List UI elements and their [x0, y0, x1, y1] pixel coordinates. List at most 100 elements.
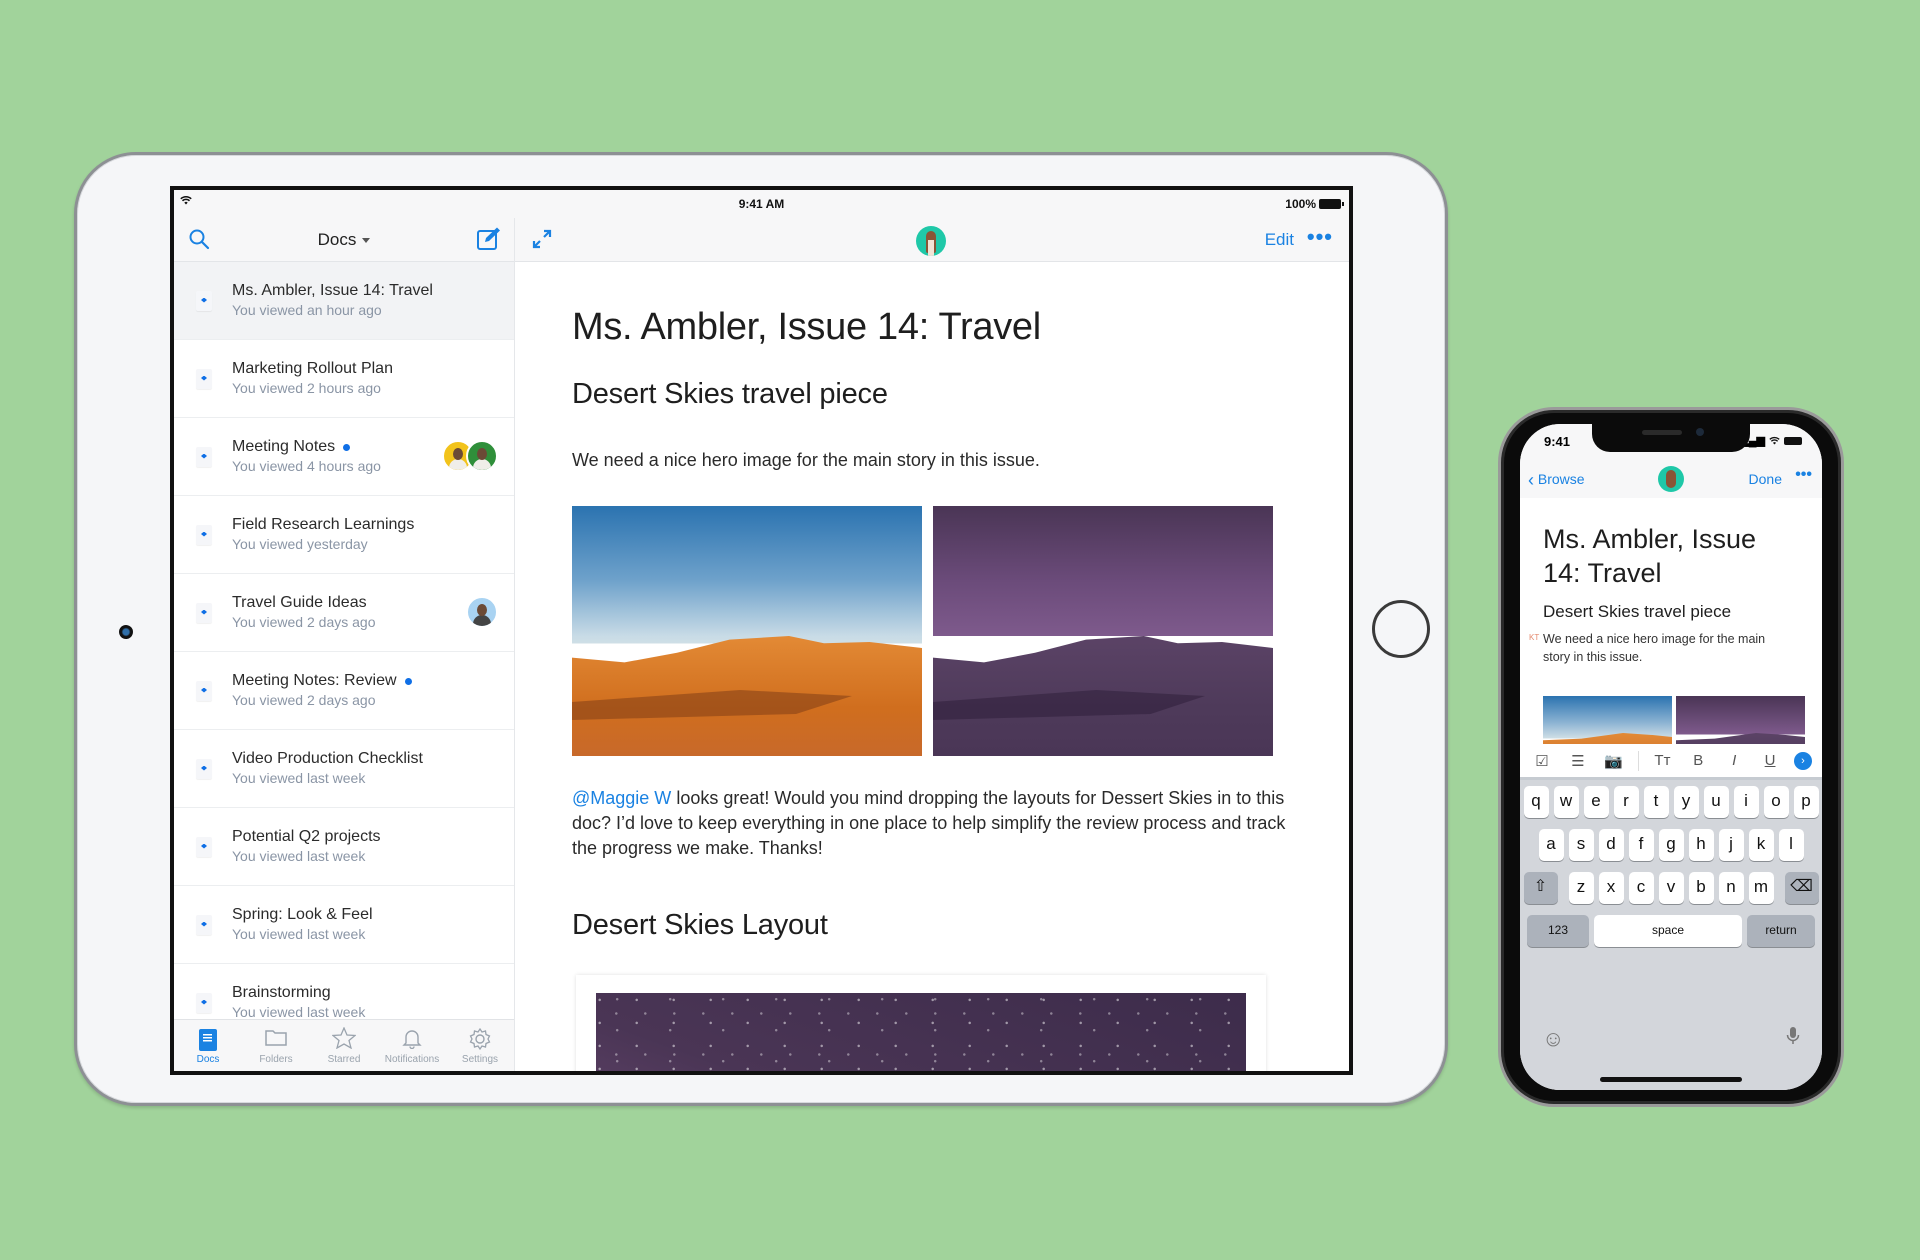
- tab-starred[interactable]: Starred: [310, 1020, 378, 1071]
- key-y[interactable]: y: [1673, 786, 1699, 818]
- docs-icon: [199, 1027, 217, 1053]
- collaborator-avatar[interactable]: [916, 226, 946, 256]
- author-initials: KT: [1529, 633, 1540, 642]
- keyboard: qwertyuiop asdfghjkl ⇧ z x c v b n m ⌫ 123 space…: [1520, 780, 1822, 1090]
- key-x[interactable]: x: [1598, 872, 1624, 904]
- sidebar-nav-bar: Docs: [174, 218, 514, 262]
- doc-list-item[interactable]: Meeting Notes: Review You viewed 2 days a…: [174, 652, 514, 730]
- emoji-icon[interactable]: ☺: [1542, 1026, 1564, 1052]
- keyboard-bottom: ☺: [1520, 1016, 1822, 1090]
- more-options-icon[interactable]: •••: [1307, 224, 1333, 250]
- doc-list-item[interactable]: Ms. Ambler, Issue 14: Travel You viewed a…: [174, 262, 514, 340]
- iphone-screen: 9:41 ▂▄▆ ‹ Browse Done ••• Ms. Ambler, I…: [1520, 424, 1822, 1090]
- search-icon[interactable]: [188, 228, 214, 254]
- desert-night-image[interactable]: [933, 506, 1273, 756]
- tab-folders[interactable]: Folders: [242, 1020, 310, 1071]
- keyboard-row-4: 123 space return: [1523, 915, 1819, 947]
- key-p[interactable]: p: [1793, 786, 1819, 818]
- key-z[interactable]: z: [1568, 872, 1594, 904]
- doc-list-item[interactable]: Spring: Look & Feel You viewed last week: [174, 886, 514, 964]
- tab-docs[interactable]: Docs: [174, 1020, 242, 1071]
- list-icon[interactable]: ☰: [1566, 752, 1590, 770]
- return-key[interactable]: return: [1747, 915, 1815, 947]
- document-icon: [196, 758, 212, 779]
- tab-settings[interactable]: Settings: [446, 1020, 514, 1071]
- document-body[interactable]: Ms. Ambler, Issue 14: Travel Desert Skie…: [572, 262, 1349, 1071]
- key-g[interactable]: g: [1658, 829, 1684, 861]
- key-i[interactable]: i: [1733, 786, 1759, 818]
- chevron-right-icon[interactable]: ›: [1793, 751, 1812, 770]
- key-u[interactable]: u: [1703, 786, 1729, 818]
- doc-list-item-text: Meeting Notes: Review You viewed 2 days a…: [232, 671, 412, 710]
- section-paragraph: We need a nice hero image for the main s…: [572, 450, 1040, 470]
- key-v[interactable]: v: [1658, 872, 1684, 904]
- checkbox-icon[interactable]: ☑: [1530, 752, 1554, 770]
- home-indicator[interactable]: [1600, 1077, 1742, 1082]
- avatar[interactable]: [466, 440, 498, 472]
- mention-link[interactable]: @Maggie W: [572, 788, 671, 808]
- format-toolbar: ☑ ☰ 📷 Tт B I U ›: [1520, 744, 1822, 780]
- underline-icon[interactable]: U: [1758, 752, 1782, 769]
- doc-list-item-subtitle: You viewed an hour ago: [232, 302, 382, 318]
- shift-key[interactable]: ⇧: [1523, 872, 1558, 904]
- battery-icon: [1784, 436, 1802, 445]
- italic-icon[interactable]: I: [1722, 752, 1746, 769]
- bold-icon[interactable]: B: [1686, 752, 1710, 769]
- space-key[interactable]: space: [1594, 915, 1742, 947]
- key-t[interactable]: t: [1643, 786, 1669, 818]
- document-icon: [196, 368, 212, 389]
- text-size-icon[interactable]: Tт: [1650, 752, 1674, 769]
- key-r[interactable]: r: [1613, 786, 1639, 818]
- document-nav-bar: Edit •••: [515, 218, 1349, 262]
- key-m[interactable]: m: [1748, 872, 1774, 904]
- document-icon: [196, 290, 212, 311]
- key-f[interactable]: f: [1628, 829, 1654, 861]
- key-j[interactable]: j: [1718, 829, 1744, 861]
- battery-percent: 100%: [1285, 197, 1316, 211]
- done-button[interactable]: Done: [1749, 471, 1782, 487]
- doc-list-item[interactable]: Travel Guide Ideas You viewed 2 days ago: [174, 574, 514, 652]
- key-h[interactable]: h: [1688, 829, 1714, 861]
- doc-list-item[interactable]: Field Research Learnings You viewed yeste…: [174, 496, 514, 574]
- key-w[interactable]: w: [1553, 786, 1579, 818]
- doc-title-text: Ms. Ambler, Issue 14: Travel: [232, 282, 433, 299]
- docs-dropdown[interactable]: Docs: [318, 230, 371, 250]
- doc-list-item[interactable]: Marketing Rollout Plan You viewed 2 hours…: [174, 340, 514, 418]
- home-button[interactable]: [1372, 600, 1430, 658]
- key-c[interactable]: c: [1628, 872, 1654, 904]
- key-o[interactable]: o: [1763, 786, 1789, 818]
- key-n[interactable]: n: [1718, 872, 1744, 904]
- key-q[interactable]: q: [1523, 786, 1549, 818]
- desert-day-image[interactable]: [572, 506, 922, 756]
- key-d[interactable]: d: [1598, 829, 1624, 861]
- collaborator-avatar[interactable]: [1658, 466, 1684, 492]
- star-icon: [331, 1025, 357, 1053]
- tab-label: Folders: [259, 1053, 293, 1065]
- more-options-icon[interactable]: •••: [1795, 466, 1812, 484]
- delete-key[interactable]: ⌫: [1784, 872, 1819, 904]
- edit-button[interactable]: Edit: [1265, 230, 1294, 250]
- camera-icon[interactable]: 📷: [1602, 752, 1626, 770]
- microphone-icon[interactable]: [1786, 1026, 1800, 1051]
- key-e[interactable]: e: [1583, 786, 1609, 818]
- doc-list-item[interactable]: Potential Q2 projects You viewed last wee…: [174, 808, 514, 886]
- layout-preview-card[interactable]: [576, 975, 1266, 1071]
- unread-dot-icon: [343, 443, 351, 451]
- back-button[interactable]: ‹ Browse: [1528, 470, 1585, 491]
- compose-icon[interactable]: [476, 226, 502, 252]
- doc-list-item[interactable]: Meeting Notes You viewed 4 hours ago: [174, 418, 514, 496]
- numbers-key[interactable]: 123: [1527, 915, 1589, 947]
- expand-icon[interactable]: [531, 228, 555, 252]
- notch: [1592, 424, 1750, 452]
- avatar[interactable]: [466, 596, 498, 628]
- key-k[interactable]: k: [1748, 829, 1774, 861]
- key-a[interactable]: a: [1538, 829, 1564, 861]
- doc-list-item-title: Field Research Learnings: [232, 515, 414, 535]
- key-s[interactable]: s: [1568, 829, 1594, 861]
- key-b[interactable]: b: [1688, 872, 1714, 904]
- key-l[interactable]: l: [1778, 829, 1804, 861]
- doc-list-item-title: Travel Guide Ideas: [232, 593, 375, 613]
- doc-list-item[interactable]: Video Production Checklist You viewed las…: [174, 730, 514, 808]
- tab-notifications[interactable]: Notifications: [378, 1020, 446, 1071]
- doc-list-item[interactable]: Brainstorming You viewed last week: [174, 964, 514, 1019]
